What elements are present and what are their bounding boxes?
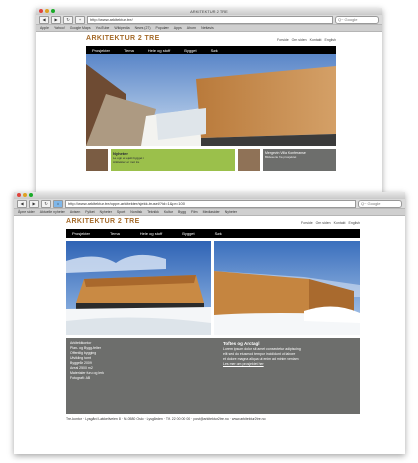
site-logo[interactable]: ARKITEKTUR 2 TRE <box>86 35 160 42</box>
bookmark-item[interactable]: Wikipedia <box>114 25 129 31</box>
teaser-row: Nyheter Le ogn ei ejekt bygget i Arkitek… <box>86 149 336 171</box>
address-bar[interactable]: http://www.arkitektur.tre/ <box>87 15 333 24</box>
top-link[interactable]: Forside <box>301 221 313 225</box>
bookmarks-bar: Apple Yahoo! Google Maps YouTube Wikiped… <box>36 25 382 32</box>
nav-item[interactable]: Prosjekter <box>72 231 90 236</box>
site-footer: Tre-kontor · Lysgård Løkkeliveien 8 · N-… <box>66 417 266 421</box>
nav-item[interactable]: Tema <box>124 48 134 53</box>
web-page: ARKITEKTUR 2 TRE Forside Om siden Kontak… <box>36 32 382 204</box>
teaser-thumb[interactable] <box>238 149 260 171</box>
building-photo-left[interactable] <box>66 241 211 335</box>
browser-toolbar: ◀ ▶ ↻ + http://www.arkitektur.tre/ Q~ Go… <box>36 15 382 25</box>
feature-panel[interactable]: Mergevin Villa Konferanse Bildeserie fra… <box>263 149 336 171</box>
reload-button[interactable]: ↻ <box>41 199 51 208</box>
bookmark-item[interactable]: Film <box>191 209 198 215</box>
nav-item[interactable]: Søk <box>211 48 218 53</box>
top-link[interactable]: Kontakt <box>310 38 322 42</box>
bookmark-item[interactable]: Nordisk <box>130 209 142 215</box>
hero-photo <box>86 54 336 146</box>
main-nav: Prosjekter Tema Hele og stoff Bygget Søk <box>86 46 336 54</box>
project-description: Toftes og Arctagl Lorem ipsum dolor sit … <box>219 338 360 414</box>
fact-line: Fotografi: AB <box>70 376 91 380</box>
back-button[interactable]: ◀ <box>39 15 49 24</box>
building-photo-right[interactable] <box>214 241 360 335</box>
top-link[interactable]: Om siden <box>316 221 331 225</box>
nav-item[interactable]: Bygget <box>182 231 194 236</box>
top-links: Forside Om siden Kontakt English <box>301 221 360 225</box>
bookmark-item[interactable]: Sport <box>117 209 125 215</box>
browser-window-back: ARKITEKTUR 2 TRE ◀ ▶ ↻ + http://www.arki… <box>36 8 382 204</box>
minimize-icon[interactable] <box>23 193 27 197</box>
bookmark-item[interactable]: YouTube <box>96 25 110 31</box>
read-more-link[interactable]: Les mer om prosjektet her <box>223 362 356 367</box>
bookmark-item[interactable]: Nyheter <box>100 209 112 215</box>
teaser-thumb[interactable] <box>86 149 108 171</box>
bookmark-item[interactable]: Avisen <box>70 209 80 215</box>
bookmark-item[interactable]: Nettavis <box>201 25 214 31</box>
top-link[interactable]: English <box>325 38 336 42</box>
nav-item[interactable]: Hele og stoff <box>140 231 162 236</box>
forward-button[interactable]: ▶ <box>51 15 61 24</box>
web-page: ARKITEKTUR 2 TRE Forside Om siden Kontak… <box>14 216 405 454</box>
photo-row <box>66 241 360 335</box>
zoom-icon[interactable] <box>29 193 33 197</box>
window-title: ARKITEKTUR 2 TRE <box>190 9 228 14</box>
bookmark-item[interactable]: Populær <box>156 25 169 31</box>
search-field[interactable]: Q~ Google <box>335 15 379 24</box>
add-bookmark-button[interactable]: + <box>75 15 85 24</box>
forward-button[interactable]: ▶ <box>29 199 39 208</box>
top-link[interactable]: Om siden <box>292 38 307 42</box>
bookmark-item[interactable]: Kultur <box>164 209 173 215</box>
bookmark-item[interactable]: News (27) <box>135 25 151 31</box>
nav-item[interactable]: Prosjekter <box>92 48 110 53</box>
feature-line: Bildeserie fra prosjektet <box>265 155 297 159</box>
bookmark-item[interactable]: Fylket <box>85 209 94 215</box>
news-line: Arkitekter er mot tre <box>113 160 140 164</box>
bookmark-item[interactable]: Åpne sider <box>18 209 35 215</box>
bookmark-item[interactable]: Yahoo! <box>54 25 65 31</box>
bookmark-item[interactable]: Apple <box>40 25 49 31</box>
top-link[interactable]: Kontakt <box>334 221 346 225</box>
bookmarks-bar: Åpne sider Aktuelle nyheter Avisen Fylke… <box>14 209 405 216</box>
bookmark-item[interactable]: Nyheter <box>225 209 237 215</box>
bookmark-item[interactable]: Aktuelle nyheter <box>40 209 65 215</box>
browser-window-front: ◀ ▶ ↻ ⌂ http://www.arkitektur.tre/oppe-a… <box>14 192 405 454</box>
nav-item[interactable]: Bygget <box>184 48 196 53</box>
reload-button[interactable]: ↻ <box>63 15 73 24</box>
nav-item[interactable]: Hele og stoff <box>148 48 170 53</box>
main-nav: Prosjekter Tema Hele og stoff Bygget Søk <box>66 229 360 238</box>
address-bar[interactable]: http://www.arkitektur.tre/oppe-arkitekte… <box>65 199 356 208</box>
news-panel[interactable]: Nyheter Le ogn ei ejekt bygget i Arkitek… <box>111 149 235 171</box>
close-icon[interactable] <box>17 193 21 197</box>
top-link[interactable]: Forside <box>277 38 289 42</box>
bookmark-item[interactable]: Apps <box>174 25 182 31</box>
title-bar: ARKITEKTUR 2 TRE <box>36 8 382 15</box>
top-links: Forside Om siden Kontakt English <box>277 38 336 42</box>
bookmark-item[interactable]: Teknikk <box>147 209 159 215</box>
search-field[interactable]: Q~ Google <box>358 199 402 208</box>
site-logo[interactable]: ARKITEKTUR 2 TRE <box>66 218 140 225</box>
bookmark-item[interactable]: Google Maps <box>70 25 91 31</box>
nav-item[interactable]: Søk <box>215 231 222 236</box>
back-button[interactable]: ◀ <box>17 199 27 208</box>
browser-toolbar: ◀ ▶ ↻ ⌂ http://www.arkitektur.tre/oppe-a… <box>14 199 405 209</box>
home-button[interactable]: ⌂ <box>53 199 63 208</box>
info-panel: Arkitektkontor Plan- og Bygg-felter Offe… <box>66 338 360 414</box>
title-bar <box>14 192 405 199</box>
project-facts: Arkitektkontor Plan- og Bygg-felter Offe… <box>66 338 219 414</box>
site-header: ARKITEKTUR 2 TRE Forside Om siden Kontak… <box>86 32 336 46</box>
top-link[interactable]: English <box>349 221 360 225</box>
bookmark-item[interactable]: Ahorn <box>187 25 196 31</box>
site-header: ARKITEKTUR 2 TRE Forside Om siden Kontak… <box>66 216 360 229</box>
nav-item[interactable]: Tema <box>110 231 120 236</box>
bookmark-item[interactable]: Mediasider <box>203 209 220 215</box>
bookmark-item[interactable]: Bygg <box>178 209 186 215</box>
